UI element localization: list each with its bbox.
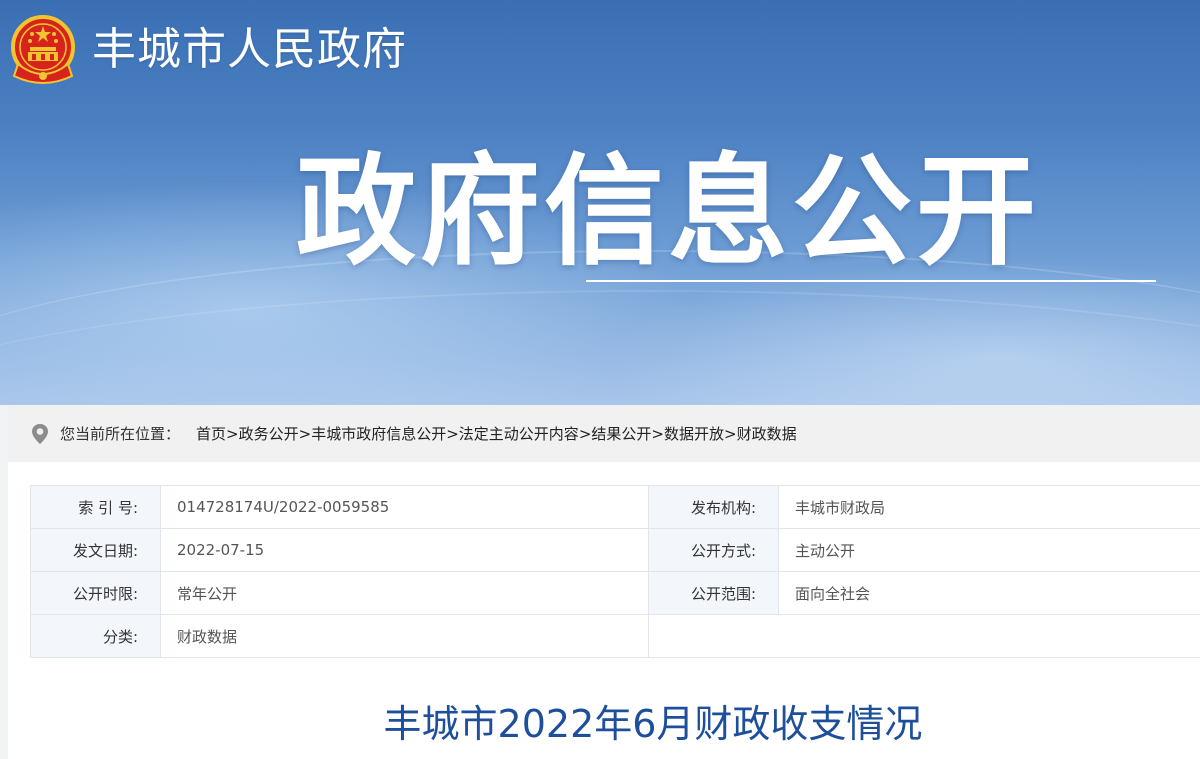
- banner-title: 政府信息公开: [296, 143, 1040, 282]
- document-metadata-table: 索 引 号: 014728174U/2022-0059585 发布机构: 丰城市…: [30, 485, 1200, 658]
- breadcrumb-separator: >: [578, 424, 592, 443]
- table-row: 索 引 号: 014728174U/2022-0059585 发布机构: 丰城市…: [30, 485, 1200, 529]
- index-no-label: 索 引 号:: [30, 485, 161, 529]
- period-label: 公开时限:: [30, 571, 161, 615]
- breadcrumb-separator: >: [298, 424, 312, 443]
- method-value: 主动公开: [778, 528, 1200, 572]
- banner-title-underline: [586, 280, 1156, 282]
- breadcrumb-item-results[interactable]: 结果公开: [591, 423, 651, 444]
- location-pin-icon: [32, 423, 48, 444]
- scope-label: 公开范围:: [648, 571, 779, 615]
- breadcrumb-item-home[interactable]: 首页: [196, 423, 226, 444]
- category-value: 财政数据: [160, 614, 649, 658]
- breadcrumb: 您当前所在位置： 首页 > 政务公开 > 丰城市政府信息公开 > 法定主动公开内…: [8, 405, 1200, 462]
- category-label: 分类:: [30, 614, 161, 658]
- breadcrumb-separator: >: [651, 424, 664, 443]
- site-name[interactable]: 丰城市人民政府: [92, 22, 407, 78]
- publisher-value: 丰城市财政局: [778, 485, 1200, 529]
- table-row: 发文日期: 2022-07-15 公开方式: 主动公开: [30, 528, 1200, 572]
- empty-cell: [648, 614, 1200, 658]
- method-label: 公开方式:: [648, 528, 779, 572]
- table-row: 公开时限: 常年公开 公开范围: 面向全社会: [30, 571, 1200, 615]
- breadcrumb-separator: >: [724, 424, 737, 443]
- publisher-label: 发布机构:: [648, 485, 779, 529]
- breadcrumb-separator: >: [446, 424, 459, 443]
- breadcrumb-item-fiscal-data[interactable]: 财政数据: [737, 423, 797, 444]
- breadcrumb-item-info-disclosure[interactable]: 丰城市政府信息公开: [311, 423, 446, 444]
- national-emblem-icon[interactable]: [10, 14, 76, 84]
- breadcrumb-item-statutory[interactable]: 法定主动公开内容: [459, 423, 579, 444]
- index-no-value: 014728174U/2022-0059585: [160, 485, 649, 529]
- breadcrumb-separator: >: [226, 424, 239, 443]
- breadcrumb-label: 您当前所在位置：: [60, 425, 181, 443]
- breadcrumb-item-open-data[interactable]: 数据开放: [664, 423, 724, 444]
- header-banner: 丰城市人民政府 政府信息公开: [0, 0, 1200, 405]
- article-title: 丰城市2022年6月财政收支情况: [383, 702, 923, 746]
- main-content: 您当前所在位置： 首页 > 政务公开 > 丰城市政府信息公开 > 法定主动公开内…: [8, 405, 1200, 759]
- table-row: 分类: 财政数据: [30, 614, 1200, 658]
- date-value: 2022-07-15: [160, 528, 649, 572]
- period-value: 常年公开: [160, 571, 649, 615]
- date-label: 发文日期:: [30, 528, 161, 572]
- scope-value: 面向全社会: [778, 571, 1200, 615]
- breadcrumb-item-affairs[interactable]: 政务公开: [239, 423, 299, 444]
